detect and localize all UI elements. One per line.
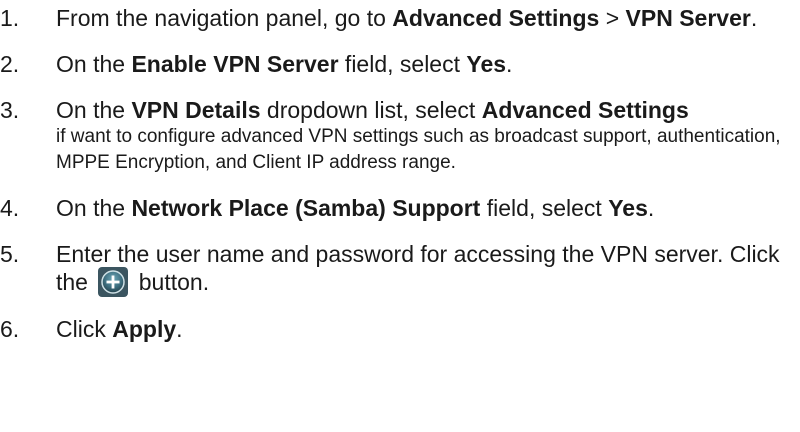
step-5: 5. Enter the user name and password for …: [0, 240, 800, 297]
step-1: 1. From the navigation panel, go to Adva…: [0, 4, 800, 32]
step-3: 3. On the VPN Details dropdown list, sel…: [0, 96, 800, 176]
field-vpn-details: VPN Details: [131, 97, 261, 123]
path-separator: >: [599, 5, 626, 31]
step-text-end: .: [750, 5, 758, 31]
step-text: On the: [56, 97, 132, 123]
step-number: 1.: [0, 5, 20, 31]
option-advanced-settings: Advanced Settings: [481, 97, 689, 123]
step-number: 2.: [0, 51, 20, 77]
step-number: 4.: [0, 195, 20, 221]
step-6: 6. Click Apply.: [0, 315, 800, 343]
apply-label: Apply: [112, 315, 177, 342]
step-text-end: .: [176, 315, 183, 342]
step-number: 6.: [0, 315, 20, 342]
step-text-end: button.: [132, 269, 210, 295]
instruction-steps: 1. From the navigation panel, go to Adva…: [0, 4, 800, 361]
menu-path-vpn-server: VPN Server: [625, 5, 751, 31]
step-text-end: .: [506, 51, 513, 77]
step-2: 2. On the Enable VPN Server field, selec…: [0, 50, 800, 78]
field-enable-vpn-server: Enable VPN Server: [131, 51, 339, 77]
step-text: From the navigation panel, go to: [56, 5, 393, 31]
step-text: Click: [56, 315, 113, 342]
step-4: 4. On the Network Place (Samba) Support …: [0, 194, 800, 222]
step-text: On the: [56, 51, 132, 77]
add-circle-icon: [98, 266, 129, 297]
step-text: dropdown list, select: [260, 97, 482, 123]
option-yes: Yes: [466, 51, 507, 77]
step-text: field, select: [480, 195, 609, 221]
step-text: On the: [56, 195, 132, 221]
option-yes: Yes: [608, 195, 648, 221]
step-number: 3.: [0, 97, 20, 123]
step-text-end: .: [647, 195, 655, 221]
field-network-place-support: Network Place (Samba) Support: [131, 195, 481, 221]
step-text: field, select: [338, 51, 467, 77]
step-description: if want to configure advanced VPN settin…: [56, 126, 781, 173]
menu-path-advanced-settings: Advanced Settings: [392, 5, 600, 31]
step-number: 5.: [0, 241, 20, 267]
